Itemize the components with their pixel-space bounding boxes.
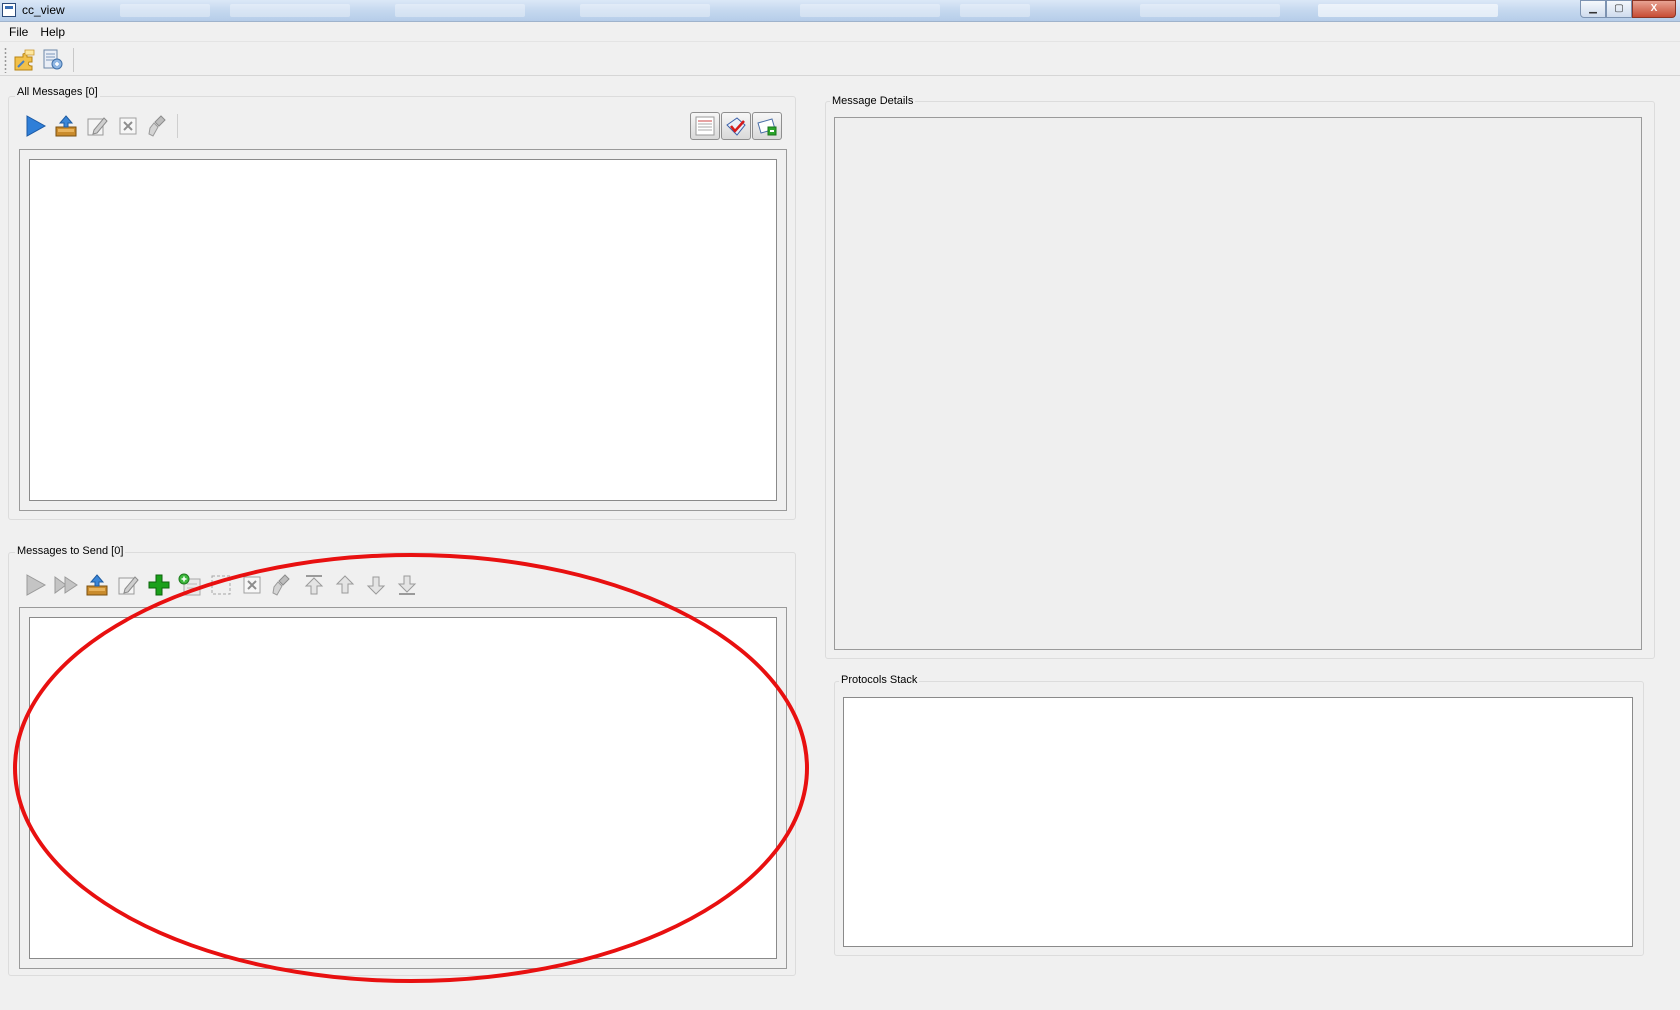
edit-message-button[interactable] bbox=[83, 112, 111, 140]
app-window: cc_view ▁ ▢ X File Help All Messages [0]… bbox=[0, 0, 1680, 1010]
add-raw-icon bbox=[178, 573, 201, 596]
move-bottom-icon bbox=[397, 575, 417, 595]
title-bar: cc_view ▁ ▢ X bbox=[0, 0, 1680, 22]
edit-icon bbox=[87, 117, 108, 136]
all-messages-title: All Messages [0] bbox=[15, 86, 100, 98]
move-top-icon bbox=[304, 575, 324, 595]
add-raw-message-button[interactable] bbox=[176, 571, 204, 599]
send-message-button[interactable] bbox=[21, 112, 49, 140]
view-check-icon bbox=[726, 117, 746, 136]
plugin-config-icon bbox=[14, 49, 35, 71]
move-bottom-button[interactable] bbox=[393, 571, 421, 599]
load-icon bbox=[86, 574, 108, 596]
move-up-button[interactable] bbox=[331, 571, 359, 599]
move-top-button[interactable] bbox=[300, 571, 328, 599]
clear-icon bbox=[272, 574, 290, 596]
edit-send-message-button[interactable] bbox=[114, 571, 142, 599]
protocols-stack-tree[interactable] bbox=[843, 697, 1633, 947]
minimize-button[interactable]: ▁ bbox=[1580, 0, 1606, 18]
window-controls: ▁ ▢ X bbox=[1580, 0, 1676, 18]
menu-help[interactable]: Help bbox=[34, 23, 71, 41]
view-check-button[interactable] bbox=[721, 112, 751, 140]
menu-bar: File Help bbox=[0, 22, 1680, 42]
edit-icon bbox=[118, 576, 139, 595]
delete-send-message-button[interactable] bbox=[238, 571, 266, 599]
send-selected-button[interactable] bbox=[21, 571, 49, 599]
protocols-stack-title: Protocols Stack bbox=[839, 674, 920, 686]
view-list-icon bbox=[695, 116, 715, 136]
clear-messages-button[interactable] bbox=[145, 112, 173, 140]
messages-to-send-list[interactable] bbox=[29, 617, 777, 959]
background-tab bbox=[800, 4, 940, 17]
background-tab bbox=[395, 4, 525, 17]
plugin-config-button[interactable] bbox=[11, 47, 37, 73]
message-details-area[interactable] bbox=[834, 117, 1642, 650]
delete-icon bbox=[119, 117, 137, 135]
fast-forward-icon bbox=[54, 576, 78, 594]
app-icon bbox=[2, 3, 16, 17]
close-button[interactable]: X bbox=[1632, 0, 1676, 18]
background-tab bbox=[580, 4, 710, 17]
clear-icon bbox=[148, 115, 166, 137]
send-all-button[interactable] bbox=[52, 571, 80, 599]
message-details-title: Message Details bbox=[830, 95, 916, 107]
add-message-button[interactable] bbox=[145, 571, 173, 599]
background-tab bbox=[1318, 4, 1498, 17]
view-send-icon bbox=[757, 118, 777, 136]
view-send-button[interactable] bbox=[752, 112, 782, 140]
move-down-button[interactable] bbox=[362, 571, 390, 599]
menu-file[interactable]: File bbox=[3, 23, 34, 41]
toolbar-separator bbox=[73, 48, 74, 72]
view-list-button[interactable] bbox=[690, 112, 720, 140]
clear-send-messages-button[interactable] bbox=[269, 571, 297, 599]
plugin-list-icon bbox=[43, 49, 63, 70]
load-send-messages-button[interactable] bbox=[83, 571, 111, 599]
load-messages-button[interactable] bbox=[52, 112, 80, 140]
messages-to-send-title: Messages to Send [0] bbox=[15, 545, 126, 557]
toolbar-separator bbox=[177, 114, 178, 138]
move-down-icon bbox=[366, 576, 386, 595]
window-title: cc_view bbox=[22, 3, 65, 17]
play-icon bbox=[26, 115, 47, 137]
select-icon bbox=[211, 575, 231, 595]
play-icon bbox=[26, 574, 47, 596]
maximize-button[interactable]: ▢ bbox=[1606, 0, 1632, 18]
background-tab bbox=[120, 4, 210, 17]
main-toolbar bbox=[0, 43, 1680, 76]
delete-message-button[interactable] bbox=[114, 112, 142, 140]
move-up-icon bbox=[335, 575, 355, 594]
toolbar-grip[interactable] bbox=[4, 47, 7, 73]
load-icon bbox=[55, 115, 77, 137]
select-message-button[interactable] bbox=[207, 571, 235, 599]
all-messages-list[interactable] bbox=[29, 159, 777, 501]
add-icon bbox=[148, 574, 170, 596]
delete-icon bbox=[243, 576, 261, 594]
plugin-list-button[interactable] bbox=[40, 47, 66, 73]
background-tab bbox=[1140, 4, 1280, 17]
background-tab bbox=[230, 4, 350, 17]
background-tab bbox=[960, 4, 1030, 17]
